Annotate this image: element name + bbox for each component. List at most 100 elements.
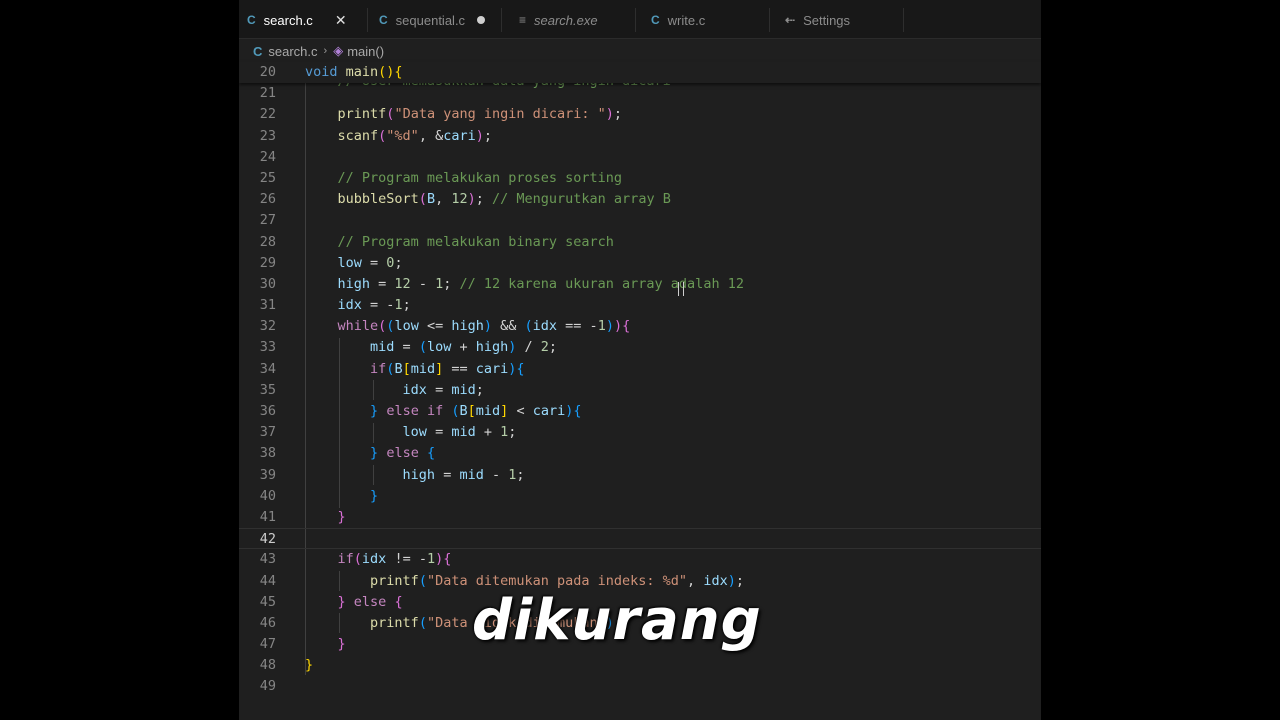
tab-search-exe[interactable]: ≡ search.exe <box>519 8 598 32</box>
line-number: 35 <box>259 381 276 398</box>
c-file-icon: C <box>247 13 256 27</box>
line-number: 20 <box>259 64 276 80</box>
line-number: 33 <box>259 339 276 356</box>
line-number: 27 <box>259 212 276 229</box>
settings-icon: ⇠ <box>785 13 796 27</box>
line-number: 43 <box>259 551 276 568</box>
line-text[interactable]: } <box>305 507 346 528</box>
line-text[interactable]: void main(){ <box>305 62 403 83</box>
sticky-scroll-line[interactable]: 20 void main(){ <box>239 62 1041 84</box>
code-line[interactable]: 29 low = 0; <box>239 253 1041 274</box>
line-text[interactable]: } else { <box>305 592 403 613</box>
line-number: 23 <box>259 127 276 144</box>
code-line[interactable]: 40 } <box>239 486 1041 507</box>
chevron-right-icon: › <box>323 45 328 57</box>
line-text[interactable]: idx = mid; <box>305 380 484 401</box>
line-number: 44 <box>259 572 276 589</box>
tab-search-c[interactable]: C search.c ✕ <box>247 8 347 32</box>
symbol-method-icon: ◈ <box>333 43 344 58</box>
line-number: 26 <box>259 191 276 208</box>
line-text[interactable]: if(B[mid] == cari){ <box>305 359 525 380</box>
code-line[interactable]: 34 if(B[mid] == cari){ <box>239 359 1041 380</box>
code-line[interactable]: 43 if(idx != -1){ <box>239 549 1041 570</box>
line-text[interactable]: } <box>305 655 313 676</box>
line-number: 34 <box>259 360 276 377</box>
tab-bar: C search.c ✕ C sequential.c ≡ search.exe… <box>239 0 1041 39</box>
c-file-icon: C <box>379 13 388 27</box>
c-file-icon: C <box>651 13 660 27</box>
line-text[interactable]: } <box>305 634 346 655</box>
line-number: 41 <box>259 508 276 525</box>
code-line[interactable]: 22 printf("Data yang ingin dicari: "); <box>239 104 1041 125</box>
code-line[interactable]: 32 while((low <= high) && (idx == -1)){ <box>239 316 1041 337</box>
code-line[interactable]: 25 // Program melakukan proses sorting <box>239 168 1041 189</box>
line-number: 40 <box>259 487 276 504</box>
line-number: 39 <box>259 466 276 483</box>
line-number: 47 <box>259 636 276 653</box>
code-line[interactable]: 26 bubbleSort(B, 12); // Mengurutkan arr… <box>239 189 1041 210</box>
tab-settings[interactable]: ⇠ Settings <box>785 8 850 32</box>
line-text[interactable]: } <box>305 486 378 507</box>
line-text[interactable]: low = 0; <box>305 253 403 274</box>
code-line[interactable]: 35 idx = mid; <box>239 380 1041 401</box>
breadcrumb-symbol[interactable]: main() <box>347 44 384 59</box>
tab-label: sequential.c <box>395 12 466 28</box>
line-number: 21 <box>259 85 276 102</box>
line-number: 36 <box>259 403 276 419</box>
line-number: 37 <box>259 424 276 441</box>
line-text[interactable]: printf("Data yang ingin dicari: "); <box>305 104 623 125</box>
code-line[interactable]: 31 idx = -1; <box>239 295 1041 316</box>
line-text[interactable]: idx = -1; <box>305 295 411 316</box>
breadcrumb-file[interactable]: search.c <box>268 44 317 59</box>
line-text[interactable]: if(idx != -1){ <box>305 549 452 570</box>
line-text[interactable]: mid = (low + high) / 2; <box>305 337 557 358</box>
line-text[interactable]: } else { <box>305 443 435 464</box>
video-caption: dikurang <box>472 588 762 653</box>
line-number: 49 <box>259 678 276 695</box>
code-line[interactable]: 48} <box>239 655 1041 676</box>
unsaved-dot-icon[interactable] <box>477 16 486 24</box>
line-number: 29 <box>259 254 276 271</box>
line-text[interactable]: low = mid + 1; <box>305 422 517 443</box>
code-line[interactable]: 39 high = mid - 1; <box>239 465 1041 486</box>
code-line[interactable]: 33 mid = (low + high) / 2; <box>239 337 1041 358</box>
line-text[interactable]: scanf("%d", &cari); <box>305 126 492 147</box>
tab-label: Settings <box>803 12 851 28</box>
code-line[interactable]: 49 <box>239 676 1041 697</box>
line-number: 45 <box>259 593 276 610</box>
line-text[interactable]: // Program melakukan proses sorting <box>305 168 622 189</box>
tab-write-c[interactable]: C write.c <box>651 8 705 32</box>
line-number: 30 <box>259 275 276 292</box>
line-text[interactable]: // Program melakukan binary search <box>305 232 614 253</box>
line-text[interactable]: bubbleSort(B, 12); // Mengurutkan array … <box>305 189 671 210</box>
text-cursor-icon <box>678 282 684 296</box>
code-line[interactable]: 38 } else { <box>239 443 1041 464</box>
code-line[interactable]: 28 // Program melakukan binary search <box>239 232 1041 253</box>
code-line[interactable]: 30 high = 12 - 1; // 12 karena ukuran ar… <box>239 274 1041 295</box>
line-text[interactable]: high = mid - 1; <box>305 465 525 486</box>
c-file-icon: C <box>253 43 263 59</box>
line-number: 38 <box>259 445 276 462</box>
binary-file-icon: ≡ <box>519 13 527 27</box>
line-number: 42 <box>259 531 276 548</box>
line-number: 48 <box>259 657 276 674</box>
code-line[interactable]: 41 } <box>239 507 1041 528</box>
line-number: 28 <box>259 233 276 250</box>
close-icon[interactable]: ✕ <box>335 12 347 29</box>
code-line[interactable]: 24 <box>239 147 1041 168</box>
line-number: 24 <box>259 148 276 165</box>
code-line[interactable]: 42 <box>239 528 1041 550</box>
line-text[interactable]: } else if (B[mid] < cari){ <box>305 401 581 422</box>
line-number: 31 <box>259 297 276 314</box>
code-line[interactable]: 23 scanf("%d", &cari); <box>239 126 1041 147</box>
code-line[interactable]: 37 low = mid + 1; <box>239 422 1041 443</box>
line-number: 32 <box>259 318 276 335</box>
tab-sequential-c[interactable]: C sequential.c <box>379 8 486 32</box>
breadcrumb: C search.c › ◈ main() <box>239 40 1041 62</box>
code-line[interactable]: 21 // User memasukkan data yang ingin di… <box>239 73 1041 104</box>
code-line[interactable]: 27 <box>239 210 1041 231</box>
line-number: 22 <box>259 106 276 123</box>
code-line[interactable]: 36 } else if (B[mid] < cari){ <box>239 401 1041 422</box>
line-text[interactable]: while((low <= high) && (idx == -1)){ <box>305 316 631 337</box>
line-number: 25 <box>259 169 276 186</box>
